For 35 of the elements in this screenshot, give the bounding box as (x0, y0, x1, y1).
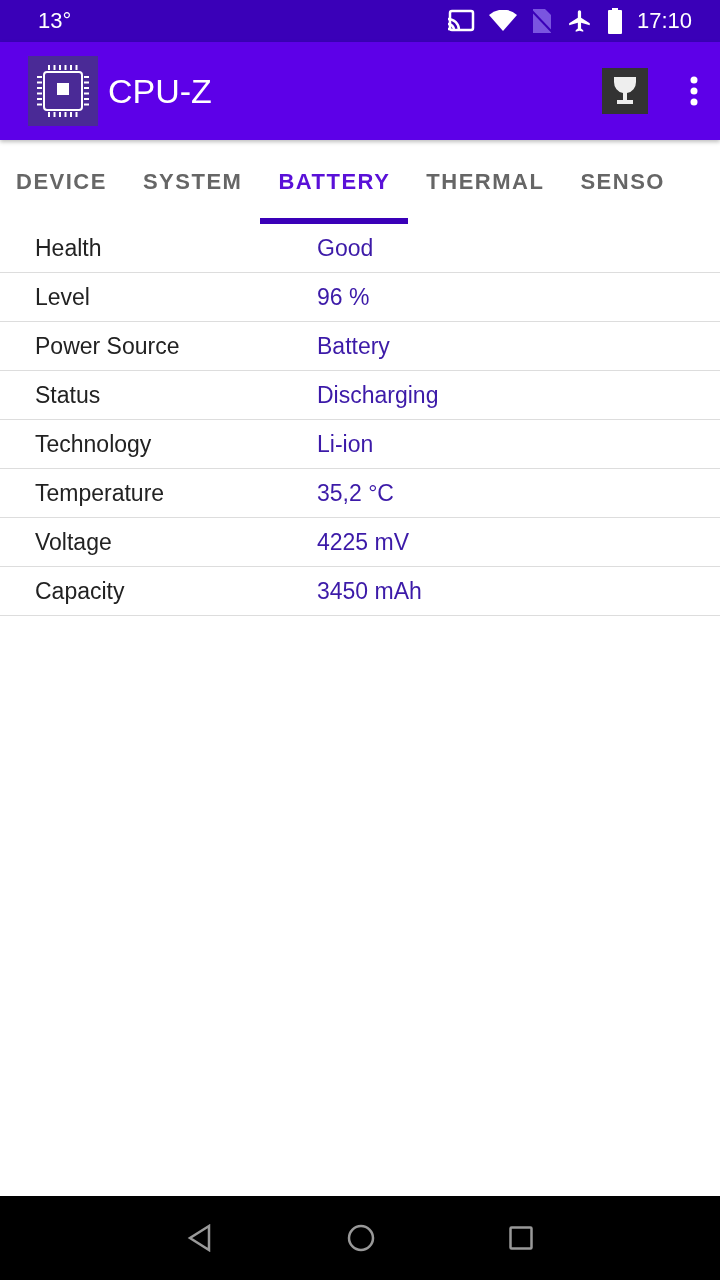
property-label: Capacity (34, 577, 126, 605)
property-value: Li-ion (317, 430, 374, 458)
property-label: Health (34, 234, 103, 262)
more-options-icon[interactable] (690, 76, 698, 106)
cast-icon (446, 9, 475, 33)
chip-logo-icon (28, 56, 98, 126)
property-value: 3450 mAh (317, 577, 422, 605)
property-value: Discharging (317, 381, 439, 409)
property-value: 35,2 °C (317, 479, 394, 507)
property-value: Battery (317, 332, 390, 360)
clock-text: 17:10 (636, 8, 692, 34)
app-title: CPU-Z (108, 71, 212, 111)
tab[interactable]: DEVICE (0, 140, 125, 224)
property-label: Level (34, 283, 91, 311)
property-value: 96 % (317, 283, 370, 311)
recents-icon[interactable] (509, 1226, 533, 1250)
property-label: Status (34, 381, 102, 409)
property-label: Temperature (34, 479, 166, 507)
tab[interactable]: BATTERY (260, 140, 409, 224)
no-sim-icon (530, 8, 553, 34)
temperature-text: 13° (38, 8, 72, 34)
home-icon[interactable] (347, 1224, 375, 1252)
battery-icon (606, 8, 623, 34)
airplane-icon (566, 8, 593, 34)
tab[interactable]: SENSO (562, 140, 683, 224)
trophy-icon[interactable] (602, 68, 648, 114)
property-value: Good (317, 234, 374, 262)
property-label: Technology (34, 430, 153, 458)
wifi-icon (488, 10, 517, 32)
tab[interactable]: THERMAL (408, 140, 563, 224)
tab[interactable]: SYSTEM (124, 140, 261, 224)
back-icon[interactable] (187, 1224, 213, 1252)
property-label: Voltage (34, 528, 113, 556)
property-value: 4225 mV (317, 528, 410, 556)
property-label: Power Source (34, 332, 181, 360)
